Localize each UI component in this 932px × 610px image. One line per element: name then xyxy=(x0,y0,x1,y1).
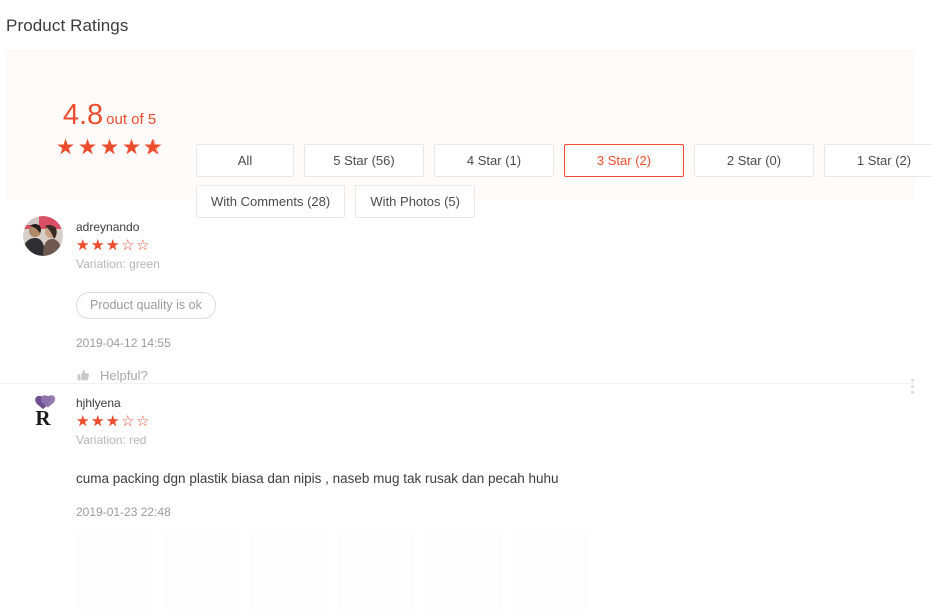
star-filled-icon: ★ xyxy=(100,137,119,158)
review-photo-thumbnail[interactable] xyxy=(337,532,415,610)
average-score-line: 4.8 out of 5 xyxy=(37,100,182,130)
star-icon: ☆ ★ xyxy=(77,137,98,158)
helpful-button[interactable]: Helpful? xyxy=(76,368,892,383)
filter-button-2-star-0[interactable]: 2 Star (0) xyxy=(694,144,814,177)
filter-button-label: 2 Star (0) xyxy=(726,153,782,168)
review-body: hjhlyena ☆ ★ ☆ ★ ☆ ★ ☆ ☆ Variation: red cuma packi… xyxy=(76,393,932,610)
review-photo-thumbnail[interactable] xyxy=(250,532,328,610)
review-photo-thumbnail[interactable] xyxy=(511,532,589,610)
star-icon: ☆ xyxy=(121,414,136,429)
avatar: R xyxy=(23,392,63,432)
average-star-rating: ☆ ★ ☆ ★ ☆ ★ ☆ ★ ☆ ★ xyxy=(37,137,182,158)
filter-button-1-star-2[interactable]: 1 Star (2) xyxy=(824,144,932,177)
product-ratings-page: Product Ratings 4.8 out of 5 ☆ ★ ☆ ★ ☆ ★ ☆ ★ ☆ ★ A… xyxy=(0,0,932,610)
star-outline-icon: ☆ xyxy=(121,237,135,254)
filter-button-label: 1 Star (2) xyxy=(856,153,912,168)
page-title: Product Ratings xyxy=(6,16,129,35)
star-icon: ☆ xyxy=(136,238,151,253)
reviewer-name: adreynando xyxy=(76,220,140,234)
thumbs-up-icon xyxy=(76,368,91,383)
star-filled-icon: ★ xyxy=(91,238,105,253)
review-star-rating: ☆ ★ ☆ ★ ☆ ★ ☆ ☆ xyxy=(76,238,892,253)
star-outline-icon: ☆ xyxy=(121,413,135,430)
filter-button-3-star-2[interactable]: 3 Star (2) xyxy=(564,144,684,177)
star-icon: ☆ ★ xyxy=(76,414,91,429)
svg-text:R: R xyxy=(35,406,51,430)
review-text: cuma packing dgn plastik biasa dan nipis… xyxy=(76,471,559,486)
review-photo-thumbnail[interactable] xyxy=(424,532,502,610)
star-icon: ☆ xyxy=(136,414,151,429)
review-star-rating: ☆ ★ ☆ ★ ☆ ★ ☆ ☆ xyxy=(76,414,892,429)
star-outline-icon: ☆ xyxy=(136,237,150,254)
star-filled-icon: ★ xyxy=(78,137,97,158)
filter-button-label: 4 Star (1) xyxy=(466,153,522,168)
star-filled-icon: ★ xyxy=(91,414,105,429)
star-icon: ☆ ★ xyxy=(106,238,121,253)
star-icon: ☆ ★ xyxy=(91,238,106,253)
review-variation: Variation: green xyxy=(76,257,160,271)
star-icon: ☆ ★ xyxy=(99,137,120,158)
star-filled-icon: ★ xyxy=(76,414,90,429)
helpful-label: Helpful? xyxy=(100,368,148,383)
average-score-suffix: out of 5 xyxy=(106,111,157,128)
review-variation: Variation: red xyxy=(76,433,147,447)
average-score-block: 4.8 out of 5 ☆ ★ ☆ ★ ☆ ★ ☆ ★ ☆ ★ xyxy=(37,100,182,158)
review-divider xyxy=(0,383,914,384)
review-date: 2019-01-23 22:48 xyxy=(76,505,171,519)
avatar xyxy=(23,216,63,256)
filter-button-4-star-1[interactable]: 4 Star (1) xyxy=(434,144,554,177)
review-item: Rhjhlyena ☆ ★ ☆ ★ ☆ ★ ☆ ☆ Variation: red cuma pack… xyxy=(0,383,932,610)
ratings-summary-panel: 4.8 out of 5 ☆ ★ ☆ ★ ☆ ★ ☆ ★ ☆ ★ All 5 Star (56) 4 S… xyxy=(6,51,932,218)
star-icon: ☆ ★ xyxy=(76,238,91,253)
filter-button-label: 5 Star (56) xyxy=(333,153,395,168)
review-body: adreynando ☆ ★ ☆ ★ ☆ ★ ☆ ☆ Variation: green Produc… xyxy=(76,217,932,383)
star-icon: ☆ ★ xyxy=(91,414,106,429)
star-filled-icon: ★ xyxy=(122,137,141,158)
average-score-value: 4.8 xyxy=(62,99,104,131)
star-icon: ☆ ★ xyxy=(143,137,164,158)
star-outline-icon: ☆ xyxy=(136,413,150,430)
star-icon: ☆ ★ xyxy=(55,137,76,158)
star-filled-icon: ★ xyxy=(56,137,75,158)
star-icon: ☆ ★ xyxy=(106,414,121,429)
filter-button-all[interactable]: All xyxy=(196,144,294,177)
review-item: adreynando ☆ ★ ☆ ★ ☆ ★ ☆ ☆ Variation: green Produc… xyxy=(0,207,932,394)
filter-button-label: All xyxy=(237,153,253,168)
star-icon: ☆ xyxy=(121,238,136,253)
star-filled-icon: ★ xyxy=(76,238,90,253)
star-filled-icon: ★ xyxy=(143,137,160,158)
star-filled-icon: ★ xyxy=(106,238,120,253)
filter-button-label: 3 Star (2) xyxy=(596,153,652,168)
review-list: adreynando ☆ ★ ☆ ★ ☆ ★ ☆ ☆ Variation: green Produc… xyxy=(0,207,932,610)
review-photo-thumbnail[interactable] xyxy=(76,532,154,610)
review-tag-pill: Product quality is ok xyxy=(76,292,216,319)
rating-filter-row-primary: All 5 Star (56) 4 Star (1) 3 Star (2) 2 Star… xyxy=(196,144,932,177)
review-photo-strip xyxy=(76,532,892,610)
filter-button-5-star-56[interactable]: 5 Star (56) xyxy=(304,144,424,177)
review-date: 2019-04-12 14:55 xyxy=(76,336,171,350)
reviewer-name: hjhlyena xyxy=(76,396,121,410)
review-photo-thumbnail[interactable] xyxy=(163,532,241,610)
star-filled-icon: ★ xyxy=(106,414,120,429)
star-icon: ☆ ★ xyxy=(121,137,142,158)
